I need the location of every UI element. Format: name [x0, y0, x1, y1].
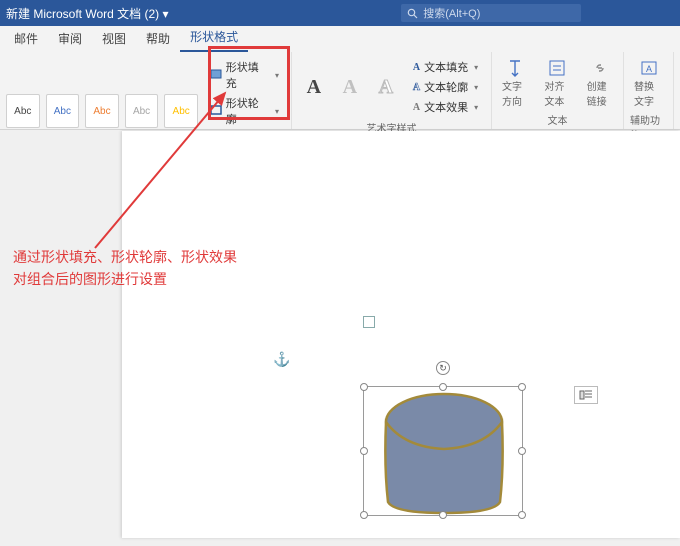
- tab-view[interactable]: 视图: [92, 26, 136, 52]
- group-text: 文字方向 对齐文本 创建链接 文本: [492, 52, 624, 129]
- align-text-label: 对齐文本: [544, 78, 570, 108]
- shape-style-thumb[interactable]: Abc: [85, 94, 119, 128]
- alt-text-icon: A: [639, 58, 659, 78]
- resize-handle[interactable]: [518, 447, 526, 455]
- text-direction-button[interactable]: 文字方向: [498, 56, 532, 110]
- resize-handle[interactable]: [518, 383, 526, 391]
- align-text-button[interactable]: 对齐文本: [540, 56, 574, 110]
- shape-style-thumb[interactable]: Abc: [164, 94, 198, 128]
- resize-handle[interactable]: [360, 511, 368, 519]
- group-label-text: 文本: [548, 110, 568, 127]
- text-effects-button[interactable]: A 文本效果: [411, 98, 480, 116]
- group-shape-styles: Abc Abc Abc Abc Abc 形状填充 形状轮廓 形状效果 形: [0, 52, 292, 129]
- wordart-style-thumb[interactable]: A: [299, 72, 329, 102]
- rotate-handle[interactable]: [436, 361, 450, 375]
- text-fill-icon: A: [413, 62, 420, 73]
- create-link-label: 创建链接: [587, 78, 613, 108]
- document-page[interactable]: ⚓: [122, 131, 680, 538]
- shape-style-thumb[interactable]: Abc: [6, 94, 40, 128]
- group-accessibility: A 替换文字 辅助功能: [624, 52, 674, 129]
- layout-options-button[interactable]: [574, 386, 598, 404]
- fill-icon: [210, 69, 222, 81]
- resize-handle[interactable]: [439, 383, 447, 391]
- alt-text-button[interactable]: A 替换文字: [630, 56, 667, 110]
- resize-handle[interactable]: [518, 511, 526, 519]
- anchor-icon: ⚓: [273, 351, 290, 368]
- shape-fill-label: 形状填充: [226, 59, 269, 91]
- text-effects-label: 文本效果: [424, 99, 468, 115]
- svg-text:A: A: [645, 64, 651, 74]
- combined-shape[interactable]: [364, 387, 524, 517]
- search-box[interactable]: 搜索(Alt+Q): [401, 4, 581, 22]
- tab-shape-format[interactable]: 形状格式: [180, 24, 248, 52]
- resize-handle[interactable]: [439, 511, 447, 519]
- resize-handle[interactable]: [360, 383, 368, 391]
- document-title[interactable]: 新建 Microsoft Word 文档 (2) ▾: [6, 5, 169, 22]
- text-direction-label: 文字方向: [502, 78, 528, 108]
- group-wordart-styles: A A A A 文本填充 A 文本轮廓 A 文本效果 艺术字样式: [292, 52, 492, 129]
- paragraph-mark: [363, 316, 375, 328]
- text-outline-icon: A: [413, 82, 420, 93]
- outline-icon: [210, 105, 222, 117]
- text-direction-icon: [505, 58, 525, 78]
- alt-text-label: 替换文字: [634, 78, 663, 108]
- search-placeholder: 搜索(Alt+Q): [423, 5, 480, 21]
- create-link-button[interactable]: 创建链接: [583, 56, 617, 110]
- search-icon: [407, 8, 418, 19]
- tab-review[interactable]: 审阅: [48, 26, 92, 52]
- link-icon: [590, 58, 610, 78]
- text-effects-icon: A: [413, 102, 420, 113]
- annotation-text: 通过形状填充、形状轮廓、形状效果 对组合后的图形进行设置: [13, 246, 237, 291]
- wordart-style-thumb[interactable]: A: [335, 72, 365, 102]
- shape-outline-button[interactable]: 形状轮廓: [208, 94, 281, 128]
- resize-handle[interactable]: [360, 447, 368, 455]
- shape-selection[interactable]: ⚓: [308, 346, 568, 546]
- text-fill-label: 文本填充: [424, 59, 468, 75]
- title-bar: 新建 Microsoft Word 文档 (2) ▾ 搜索(Alt+Q): [0, 0, 680, 26]
- tab-help[interactable]: 帮助: [136, 26, 180, 52]
- text-outline-button[interactable]: A 文本轮廓: [411, 78, 480, 96]
- wordart-options-list: A 文本填充 A 文本轮廓 A 文本效果: [407, 56, 484, 118]
- tab-mail[interactable]: 邮件: [4, 26, 48, 52]
- ribbon: Abc Abc Abc Abc Abc 形状填充 形状轮廓 形状效果 形: [0, 52, 680, 130]
- annotation-line-2: 对组合后的图形进行设置: [13, 268, 237, 290]
- layout-options-icon: [579, 390, 593, 400]
- shape-outline-label: 形状轮廓: [226, 95, 269, 127]
- align-text-icon: [547, 58, 567, 78]
- ribbon-tabs: 邮件 审阅 视图 帮助 形状格式: [0, 26, 680, 52]
- shape-fill-button[interactable]: 形状填充: [208, 58, 281, 92]
- selection-box[interactable]: [363, 386, 523, 516]
- text-outline-label: 文本轮廓: [424, 79, 468, 95]
- shape-style-thumb[interactable]: Abc: [125, 94, 159, 128]
- text-fill-button[interactable]: A 文本填充: [411, 58, 480, 76]
- shape-style-thumb[interactable]: Abc: [46, 94, 80, 128]
- annotation-line-1: 通过形状填充、形状轮廓、形状效果: [13, 246, 237, 268]
- wordart-style-thumb[interactable]: A: [371, 72, 401, 102]
